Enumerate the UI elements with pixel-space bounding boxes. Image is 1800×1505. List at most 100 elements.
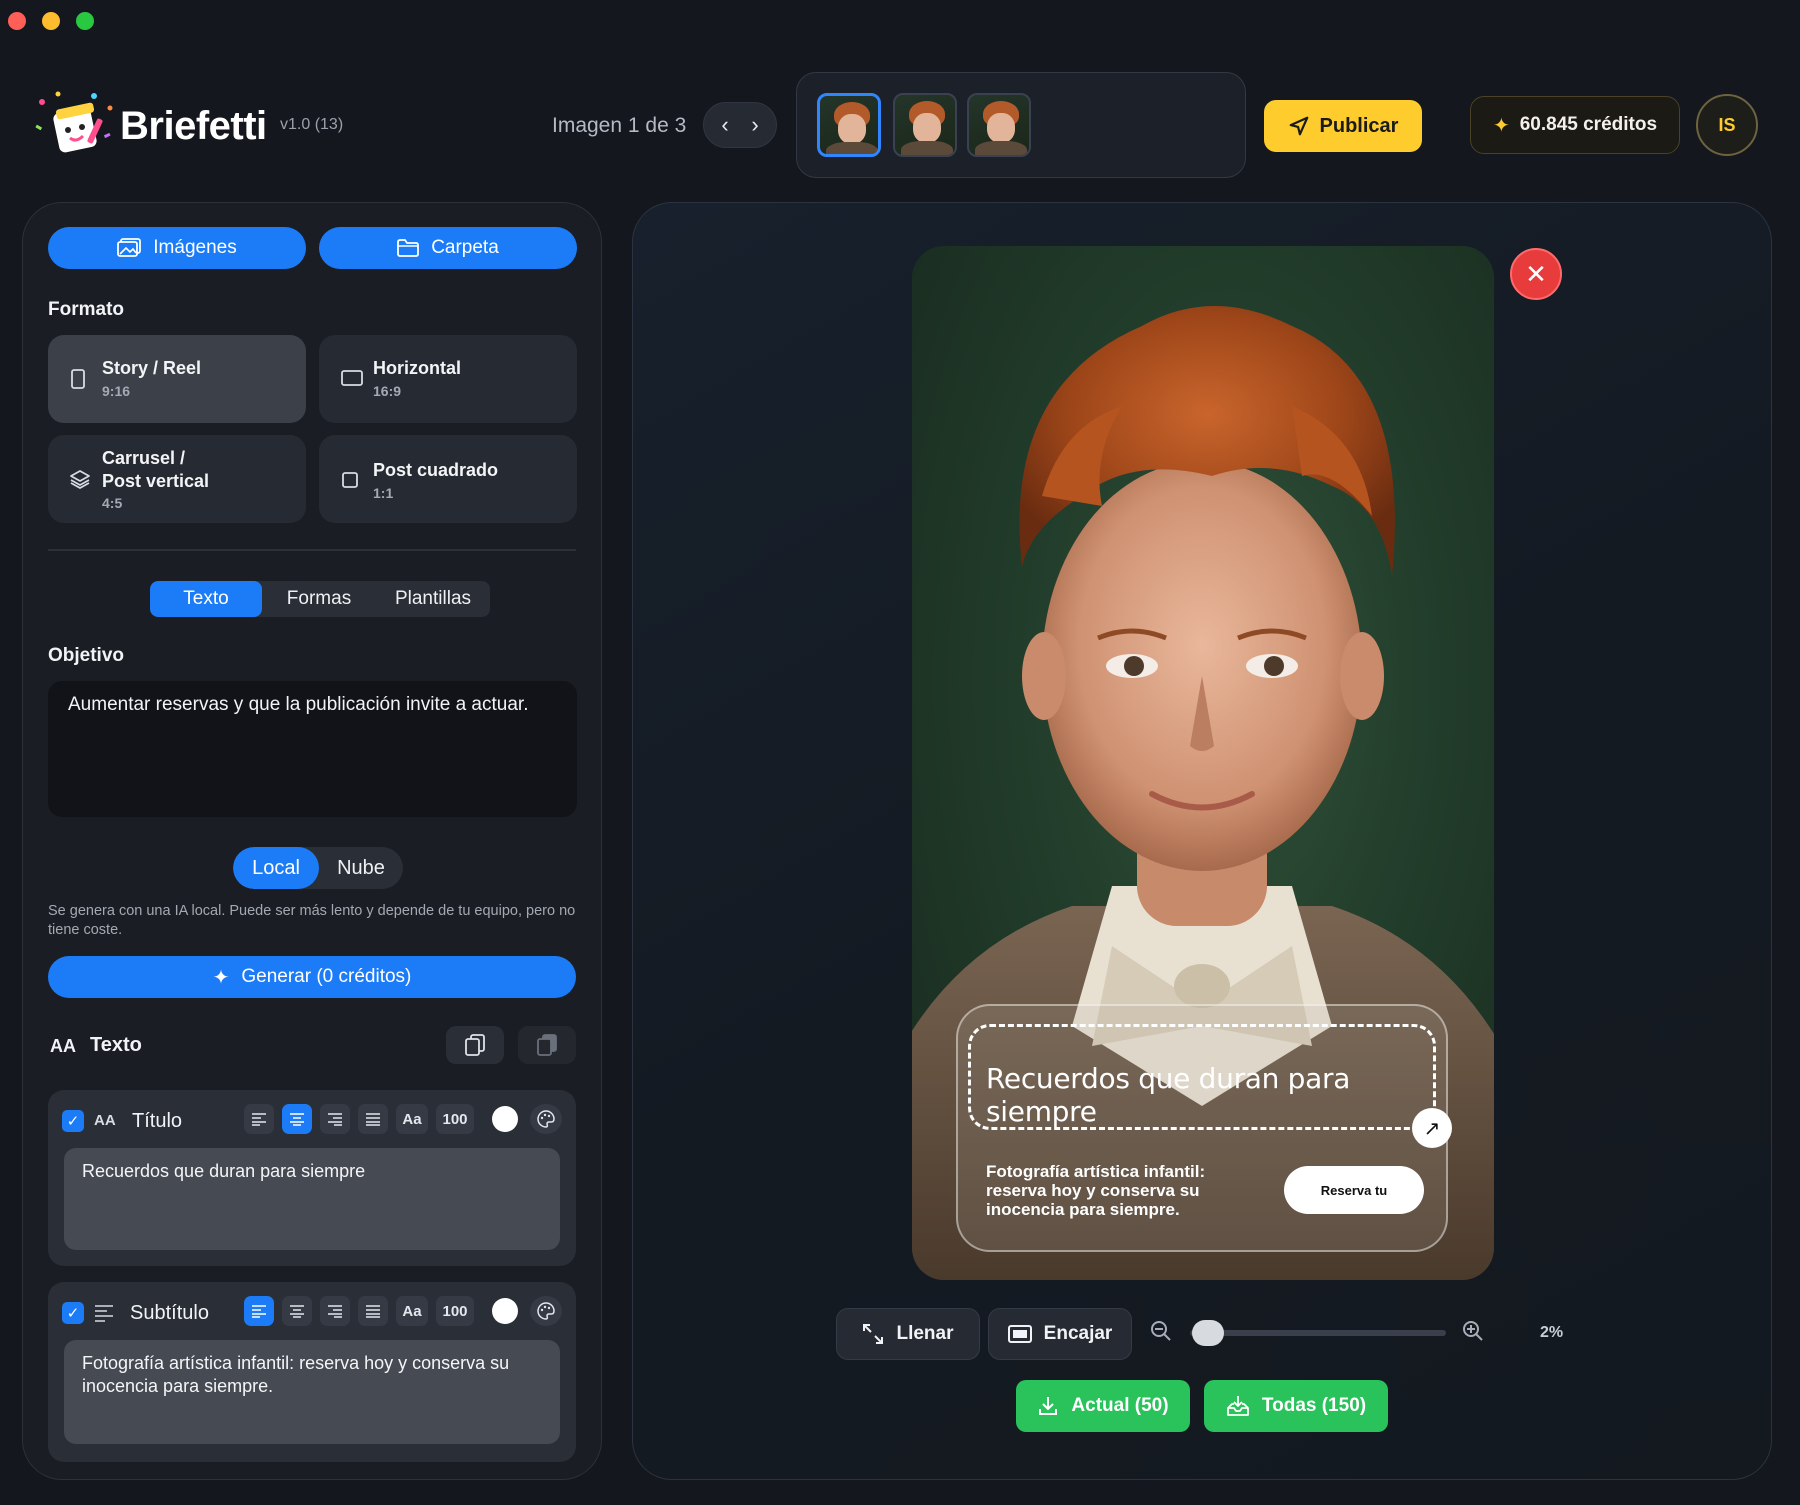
align-right-button[interactable] bbox=[320, 1296, 350, 1326]
objective-textarea[interactable]: Aumentar reservas y que la publicación i… bbox=[48, 681, 577, 817]
resize-handle[interactable]: ↗ bbox=[1412, 1108, 1452, 1148]
subtitle-textarea[interactable]: Fotografía artística infantil: reserva h… bbox=[64, 1340, 560, 1444]
sparkle-icon: ✦ bbox=[1492, 114, 1510, 137]
mode-local[interactable]: Local bbox=[233, 847, 319, 889]
folder-button[interactable]: Carpeta bbox=[319, 227, 577, 269]
align-right-button[interactable] bbox=[320, 1104, 350, 1134]
layers-icon bbox=[70, 470, 90, 489]
brand-logo-icon bbox=[35, 91, 113, 153]
font-size-field[interactable]: 100 bbox=[436, 1104, 474, 1134]
publish-button[interactable]: Publicar bbox=[1264, 100, 1422, 152]
remove-image-button[interactable]: ✕ bbox=[1510, 248, 1562, 300]
format-horizontal[interactable]: Horizontal 16:9 bbox=[319, 335, 577, 423]
images-button-label: Imágenes bbox=[153, 237, 237, 258]
sparkle-icon: ✦ bbox=[212, 966, 230, 989]
align-justify-button[interactable] bbox=[358, 1296, 388, 1326]
zoom-value: 2% bbox=[1540, 1324, 1564, 1341]
fit-button[interactable]: Encajar bbox=[988, 1308, 1132, 1360]
credits-badge[interactable]: ✦ 60.845 créditos bbox=[1470, 96, 1680, 154]
align-left-button[interactable] bbox=[244, 1296, 274, 1326]
credits-label: 60.845 créditos bbox=[1519, 114, 1658, 135]
format-ratio: 9:16 bbox=[102, 383, 131, 399]
align-center-button[interactable] bbox=[282, 1296, 312, 1326]
window-maximize-button[interactable] bbox=[76, 12, 94, 30]
folder-button-label: Carpeta bbox=[431, 237, 499, 258]
thumbnail-2[interactable] bbox=[893, 93, 957, 157]
images-button[interactable]: Imágenes bbox=[48, 227, 306, 269]
overlay-subtitle[interactable]: Fotografía artística infantil: reserva h… bbox=[986, 1162, 1230, 1219]
objective-heading: Objetivo bbox=[48, 645, 125, 666]
palette-button[interactable] bbox=[530, 1296, 562, 1326]
paste-style-button[interactable] bbox=[518, 1026, 576, 1064]
text-color-swatch[interactable] bbox=[492, 1298, 518, 1324]
copy-icon bbox=[465, 1034, 485, 1056]
landscape-frame-icon bbox=[341, 370, 363, 386]
align-center-icon bbox=[290, 1305, 304, 1318]
format-name-line2: Post vertical bbox=[102, 471, 210, 491]
export-current-button[interactable]: Actual (50) bbox=[1016, 1380, 1190, 1432]
title-enabled-checkbox[interactable]: ✓ bbox=[62, 1110, 84, 1132]
avatar[interactable]: IS bbox=[1696, 94, 1758, 156]
generate-button-label: Generar (0 créditos) bbox=[241, 966, 412, 987]
format-carousel-vertical[interactable]: Carrusel / Post vertical 4:5 bbox=[48, 435, 306, 523]
image-counter: Imagen 1 de 3 bbox=[552, 114, 687, 137]
tab-plantillas[interactable]: Plantillas bbox=[376, 581, 490, 617]
text-color-swatch[interactable] bbox=[492, 1106, 518, 1132]
thumbnail-1[interactable] bbox=[817, 93, 881, 157]
export-all-button[interactable]: Todas (150) bbox=[1204, 1380, 1388, 1432]
expand-icon bbox=[863, 1324, 884, 1344]
align-left-icon bbox=[252, 1305, 266, 1318]
thumbnail-strip bbox=[796, 72, 1246, 178]
fit-frame-icon bbox=[1007, 1325, 1032, 1343]
format-name: Carrusel / bbox=[102, 448, 186, 468]
text-case-button[interactable]: Aa bbox=[396, 1104, 428, 1134]
zoom-out-icon[interactable] bbox=[1150, 1320, 1172, 1348]
align-center-button[interactable] bbox=[282, 1104, 312, 1134]
zoom-slider-track[interactable] bbox=[1190, 1330, 1446, 1336]
align-justify-icon bbox=[366, 1113, 380, 1126]
subtitle-card-label: Subtítulo bbox=[130, 1302, 209, 1324]
zoom-slider-handle[interactable] bbox=[1192, 1320, 1224, 1346]
thumbnail-3[interactable] bbox=[967, 93, 1031, 157]
align-left-button[interactable] bbox=[244, 1104, 274, 1134]
divider bbox=[48, 549, 576, 551]
format-square[interactable]: Post cuadrado 1:1 bbox=[319, 435, 577, 523]
format-ratio: 1:1 bbox=[373, 485, 394, 501]
align-right-icon bbox=[328, 1113, 342, 1126]
paste-icon bbox=[537, 1034, 557, 1056]
fill-button-label: Llenar bbox=[896, 1323, 954, 1344]
window-minimize-button[interactable] bbox=[42, 12, 60, 30]
close-icon: ✕ bbox=[1525, 258, 1547, 289]
text-size-icon: AA bbox=[94, 1112, 116, 1129]
title-text-card: ✓ AA Título Aa 100 Recuerdos que duran p… bbox=[48, 1090, 576, 1266]
palette-icon bbox=[537, 1302, 555, 1320]
subtitle-enabled-checkbox[interactable]: ✓ bbox=[62, 1302, 84, 1324]
send-icon bbox=[1289, 116, 1308, 136]
palette-icon bbox=[537, 1110, 555, 1128]
chevron-right-icon[interactable]: › bbox=[751, 112, 758, 138]
chevron-left-icon[interactable]: ‹ bbox=[721, 112, 728, 138]
download-icon bbox=[1039, 1397, 1058, 1415]
zoom-in-icon[interactable] bbox=[1462, 1320, 1484, 1348]
font-size-field[interactable]: 100 bbox=[436, 1296, 474, 1326]
fill-button[interactable]: Llenar bbox=[836, 1308, 980, 1360]
tab-formas[interactable]: Formas bbox=[262, 581, 376, 617]
align-justify-button[interactable] bbox=[358, 1104, 388, 1134]
window-close-button[interactable] bbox=[8, 12, 26, 30]
generate-button[interactable]: ✦ Generar (0 créditos) bbox=[48, 956, 576, 998]
mode-cloud[interactable]: Nube bbox=[319, 847, 403, 889]
format-heading: Formato bbox=[48, 299, 124, 320]
brand-name: Briefetti bbox=[120, 104, 267, 148]
overlay-title[interactable]: Recuerdos que duran para siempre bbox=[986, 1062, 1426, 1128]
text-case-button[interactable]: Aa bbox=[396, 1296, 428, 1326]
overlay-cta-button[interactable]: Reserva tu bbox=[1284, 1166, 1424, 1214]
format-ratio: 4:5 bbox=[102, 495, 123, 511]
fit-button-label: Encajar bbox=[1043, 1323, 1113, 1344]
format-story-reel[interactable]: Story / Reel 9:16 bbox=[48, 335, 306, 423]
square-frame-icon bbox=[342, 472, 358, 488]
image-navigation: ‹ › bbox=[703, 102, 777, 148]
copy-style-button[interactable] bbox=[446, 1026, 504, 1064]
palette-button[interactable] bbox=[530, 1104, 562, 1134]
title-textarea[interactable]: Recuerdos que duran para siempre bbox=[64, 1148, 560, 1250]
tab-texto[interactable]: Texto bbox=[150, 581, 262, 617]
